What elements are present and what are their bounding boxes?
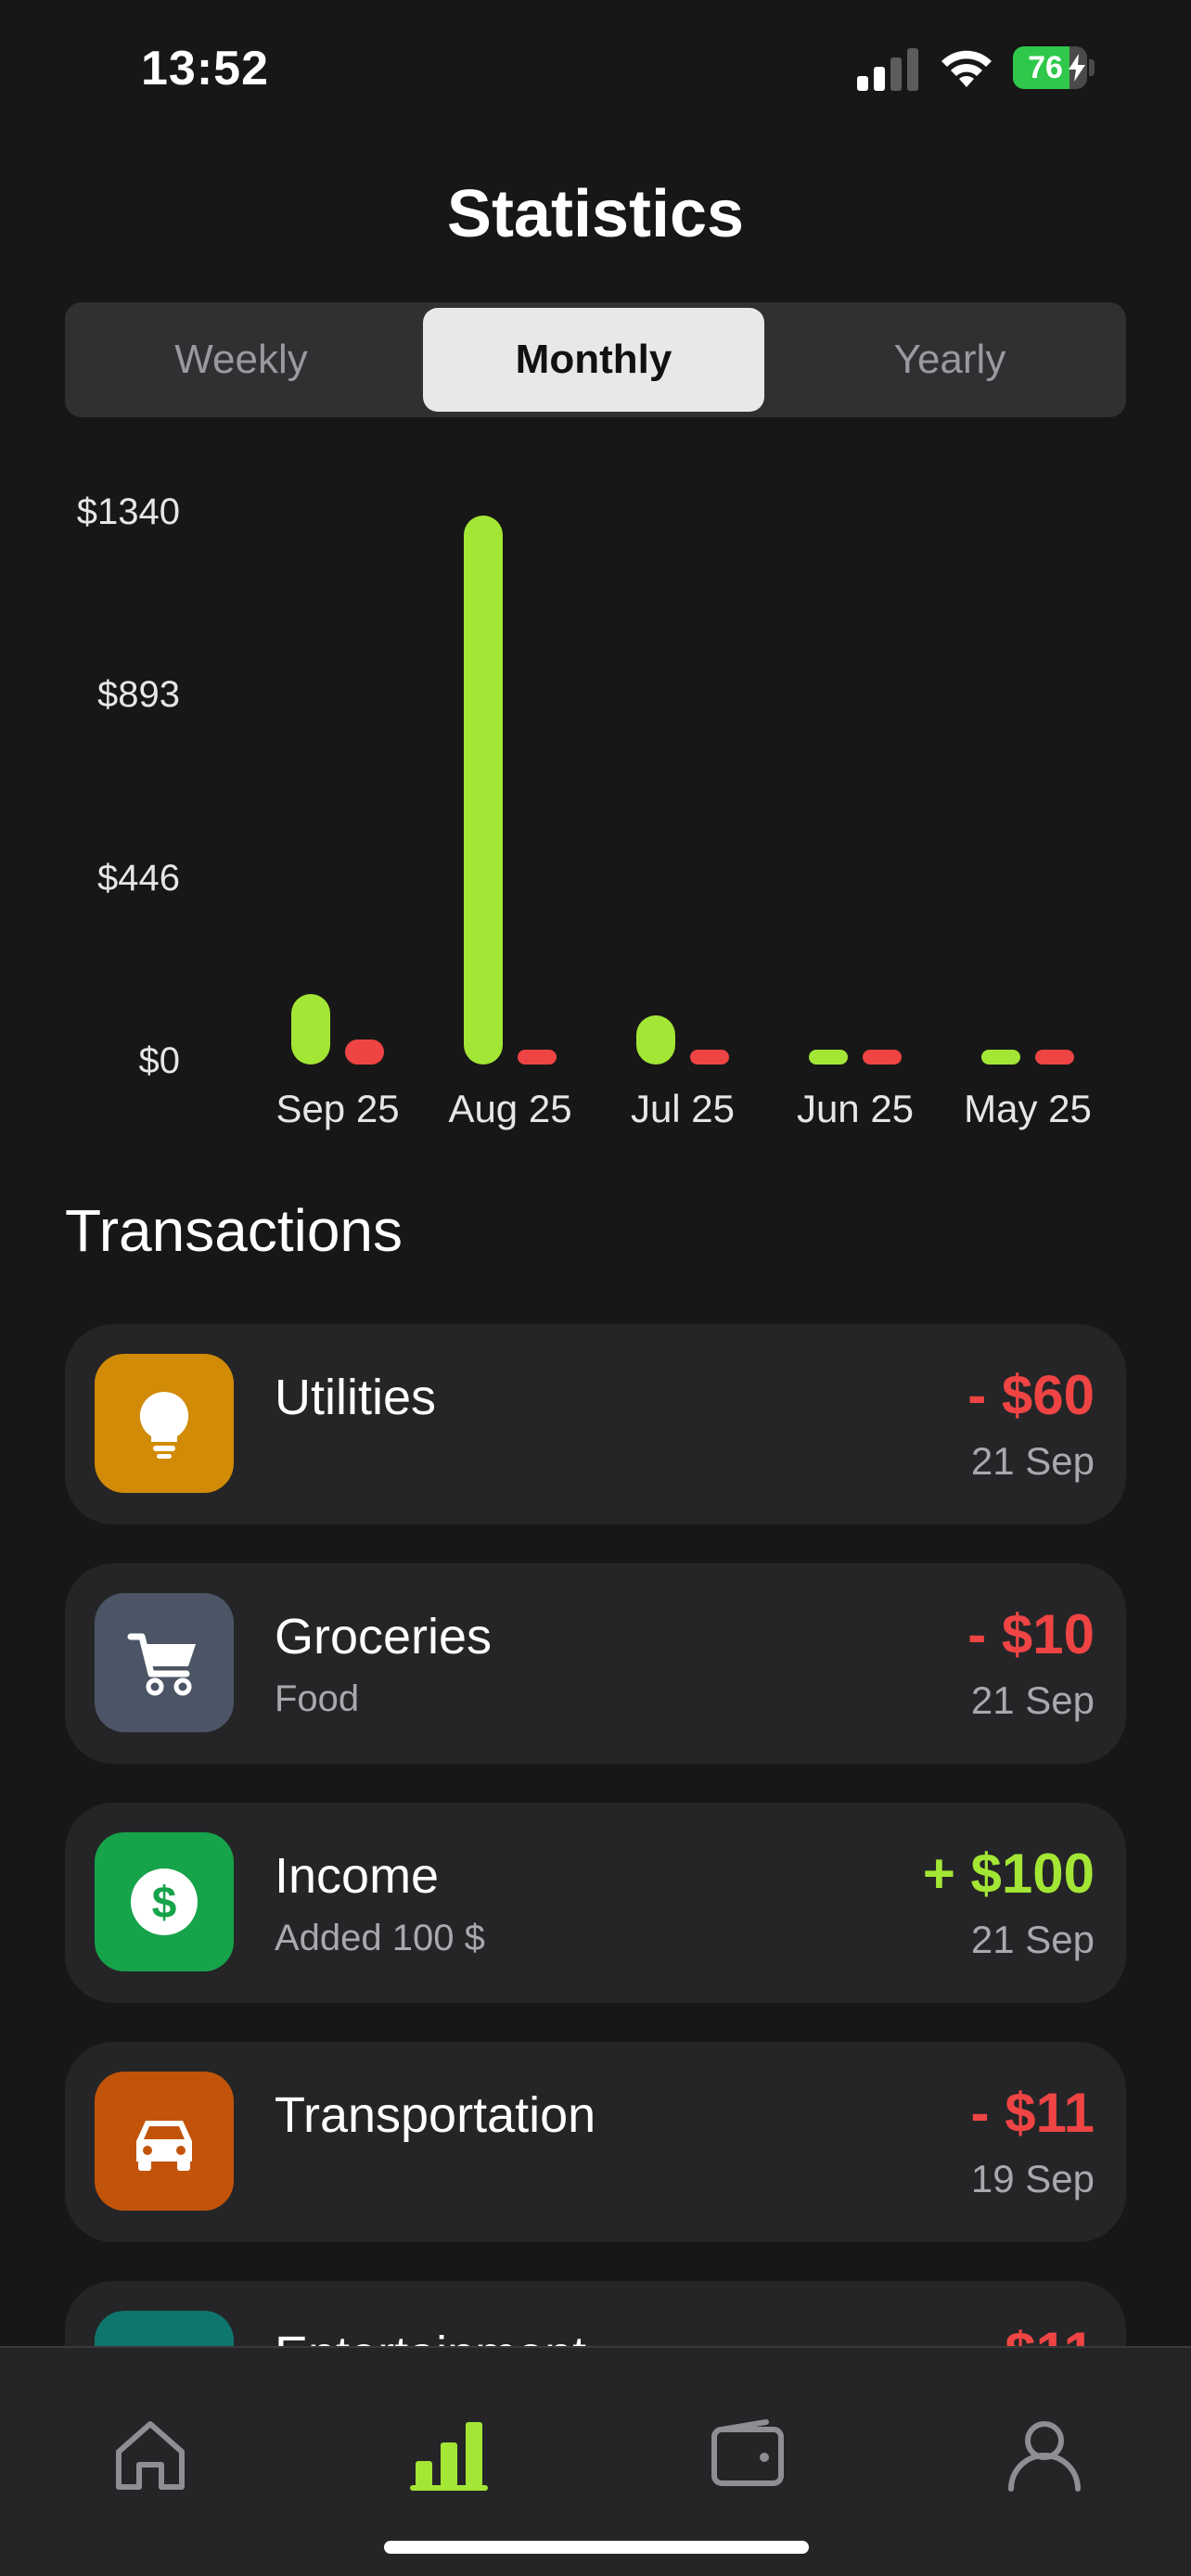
expense-bar xyxy=(1035,1050,1074,1065)
battery-indicator: 76 xyxy=(1013,46,1095,91)
expense-bar xyxy=(345,1039,384,1065)
income-bar xyxy=(291,994,330,1065)
tab-statistics[interactable] xyxy=(391,2405,503,2507)
lightbulb-icon xyxy=(139,1391,189,1459)
x-tick-label: May 25 xyxy=(964,1087,1092,1130)
tab-profile[interactable] xyxy=(987,2405,1098,2507)
y-tick-label: $446 xyxy=(97,857,180,899)
transaction-name: Utilities xyxy=(275,1370,437,1425)
tab-home[interactable] xyxy=(93,2405,204,2507)
transaction-item[interactable]: Groceries Food - $10 21 Sep xyxy=(65,1563,1126,1764)
status-time: 13:52 xyxy=(141,42,269,96)
transaction-subtitle: Added 100 $ xyxy=(275,1918,485,1958)
page-title: Statistics xyxy=(446,177,745,251)
income-bar xyxy=(809,1050,848,1065)
cellular-signal-icon xyxy=(857,48,918,91)
transaction-item[interactable]: Utilities - $60 21 Sep xyxy=(65,1324,1126,1524)
wifi-icon xyxy=(941,50,992,87)
segment-yearly[interactable]: Yearly xyxy=(779,308,1121,412)
transaction-amount: - $11 xyxy=(970,2082,1095,2144)
transaction-item[interactable]: $ Income Added 100 $ + $100 21 Sep xyxy=(65,1803,1126,2003)
transaction-item[interactable]: Transportation - $11 19 Sep xyxy=(65,2042,1126,2242)
x-tick-label: Aug 25 xyxy=(448,1087,572,1130)
stats-icon xyxy=(410,2422,488,2491)
transaction-name: Groceries xyxy=(275,1609,493,1664)
transaction-subtitle: Food xyxy=(275,1678,360,1719)
transactions-title: Transactions xyxy=(65,1197,403,1264)
y-tick-label: $1340 xyxy=(76,491,180,532)
y-tick-label: $0 xyxy=(138,1040,181,1081)
transaction-amount: - $10 xyxy=(967,1603,1095,1665)
wallet-icon xyxy=(711,2419,784,2486)
transaction-date: 21 Sep xyxy=(970,1678,1095,1722)
segment-monthly[interactable]: Monthly xyxy=(423,308,764,412)
transaction-name: Income xyxy=(275,1848,440,1904)
transaction-amount: - $60 xyxy=(967,1364,1095,1426)
x-tick-label: Sep 25 xyxy=(275,1087,400,1130)
tab-wallet[interactable] xyxy=(690,2405,801,2507)
transaction-date: 21 Sep xyxy=(970,1918,1095,1961)
transaction-name: Transportation xyxy=(275,2087,596,2143)
transaction-amount: + $100 xyxy=(922,1843,1095,1905)
monthly-bar-chart: $1340 $893 $446 $0 Sep 25 Aug 25 Jul 25 Jun 25 M… xyxy=(0,464,1191,1150)
status-bar: 13:52 76 xyxy=(0,0,1191,139)
x-tick-label: Jul 25 xyxy=(630,1087,736,1130)
income-bar xyxy=(636,1014,675,1065)
expense-bar xyxy=(518,1050,557,1065)
expense-bar xyxy=(690,1050,729,1065)
home-indicator xyxy=(384,2541,809,2554)
profile-icon xyxy=(1008,2421,1081,2492)
car-icon xyxy=(136,2121,192,2171)
charging-bolt-icon xyxy=(1069,54,1085,82)
period-segmented-control: Weekly Monthly Yearly xyxy=(65,302,1126,417)
cart-icon xyxy=(127,1633,196,1696)
segment-weekly[interactable]: Weekly xyxy=(70,308,412,412)
home-icon xyxy=(116,2421,185,2490)
income-bar xyxy=(464,516,503,1065)
income-bar xyxy=(981,1050,1020,1065)
x-tick-label: Jun 25 xyxy=(796,1087,915,1130)
dollar-icon: $ xyxy=(131,1868,198,1935)
y-tick-label: $893 xyxy=(97,674,180,716)
transactions-list: Utilities - $60 21 Sep Groceries Food - … xyxy=(65,1324,1126,2520)
transaction-date: 19 Sep xyxy=(970,2157,1095,2200)
expense-bar xyxy=(863,1050,902,1065)
transaction-date: 21 Sep xyxy=(970,1439,1095,1483)
svg-text:$: $ xyxy=(152,1879,177,1928)
